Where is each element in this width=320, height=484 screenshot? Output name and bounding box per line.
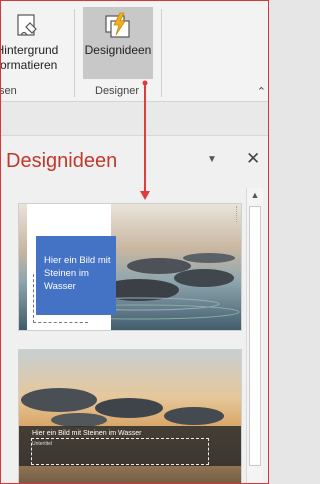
dropdown-triangle-icon[interactable]: ▼ <box>207 154 217 165</box>
workspace-gap <box>1 102 268 135</box>
group-label-left: sen <box>0 85 17 97</box>
format-background-button[interactable]: Hintergrund formatieren <box>0 7 67 73</box>
thumbnail-2-subtitle: Untertitel <box>32 441 53 447</box>
placeholder-outline <box>236 206 241 222</box>
format-background-label: Hintergrund formatieren <box>0 43 59 72</box>
designer-lightning-icon <box>105 12 130 38</box>
window-frame: Hintergrund formatieren Designideen sen … <box>0 0 269 484</box>
format-background-icon <box>17 14 37 36</box>
placeholder-outline <box>31 438 209 465</box>
ribbon-separator <box>161 9 162 97</box>
scrollbar[interactable]: ▲ <box>246 188 263 483</box>
design-idea-thumbnail-2[interactable]: Hier ein Bild mit Steinen im Wasser Unte… <box>18 349 242 483</box>
thumbnail-2-title: Hier ein Bild mit Steinen im Wasser <box>32 430 142 437</box>
pane-title: Designideen <box>6 150 118 172</box>
group-label-designer: Designer <box>95 85 140 97</box>
chevron-up-icon[interactable]: ⌃ <box>257 85 266 98</box>
close-icon[interactable]: ✕ <box>246 149 260 169</box>
scroll-up-icon[interactable]: ▲ <box>247 190 263 202</box>
ribbon-separator <box>74 9 75 97</box>
design-idea-thumbnail-1[interactable]: Hier ein Bild mit Steinen im Wasser <box>18 203 242 331</box>
design-ideas-button[interactable]: Designideen <box>83 7 153 79</box>
design-ideas-label: Designideen <box>84 43 152 57</box>
ribbon: Hintergrund formatieren Designideen sen … <box>1 1 268 102</box>
thumbnail-1-text: Hier ein Bild mit Steinen im Wasser <box>44 255 111 292</box>
scrollbar-thumb[interactable] <box>249 206 261 466</box>
design-ideas-pane: Designideen ▼ ✕ Hier ein Bild mit Steine… <box>1 135 268 483</box>
